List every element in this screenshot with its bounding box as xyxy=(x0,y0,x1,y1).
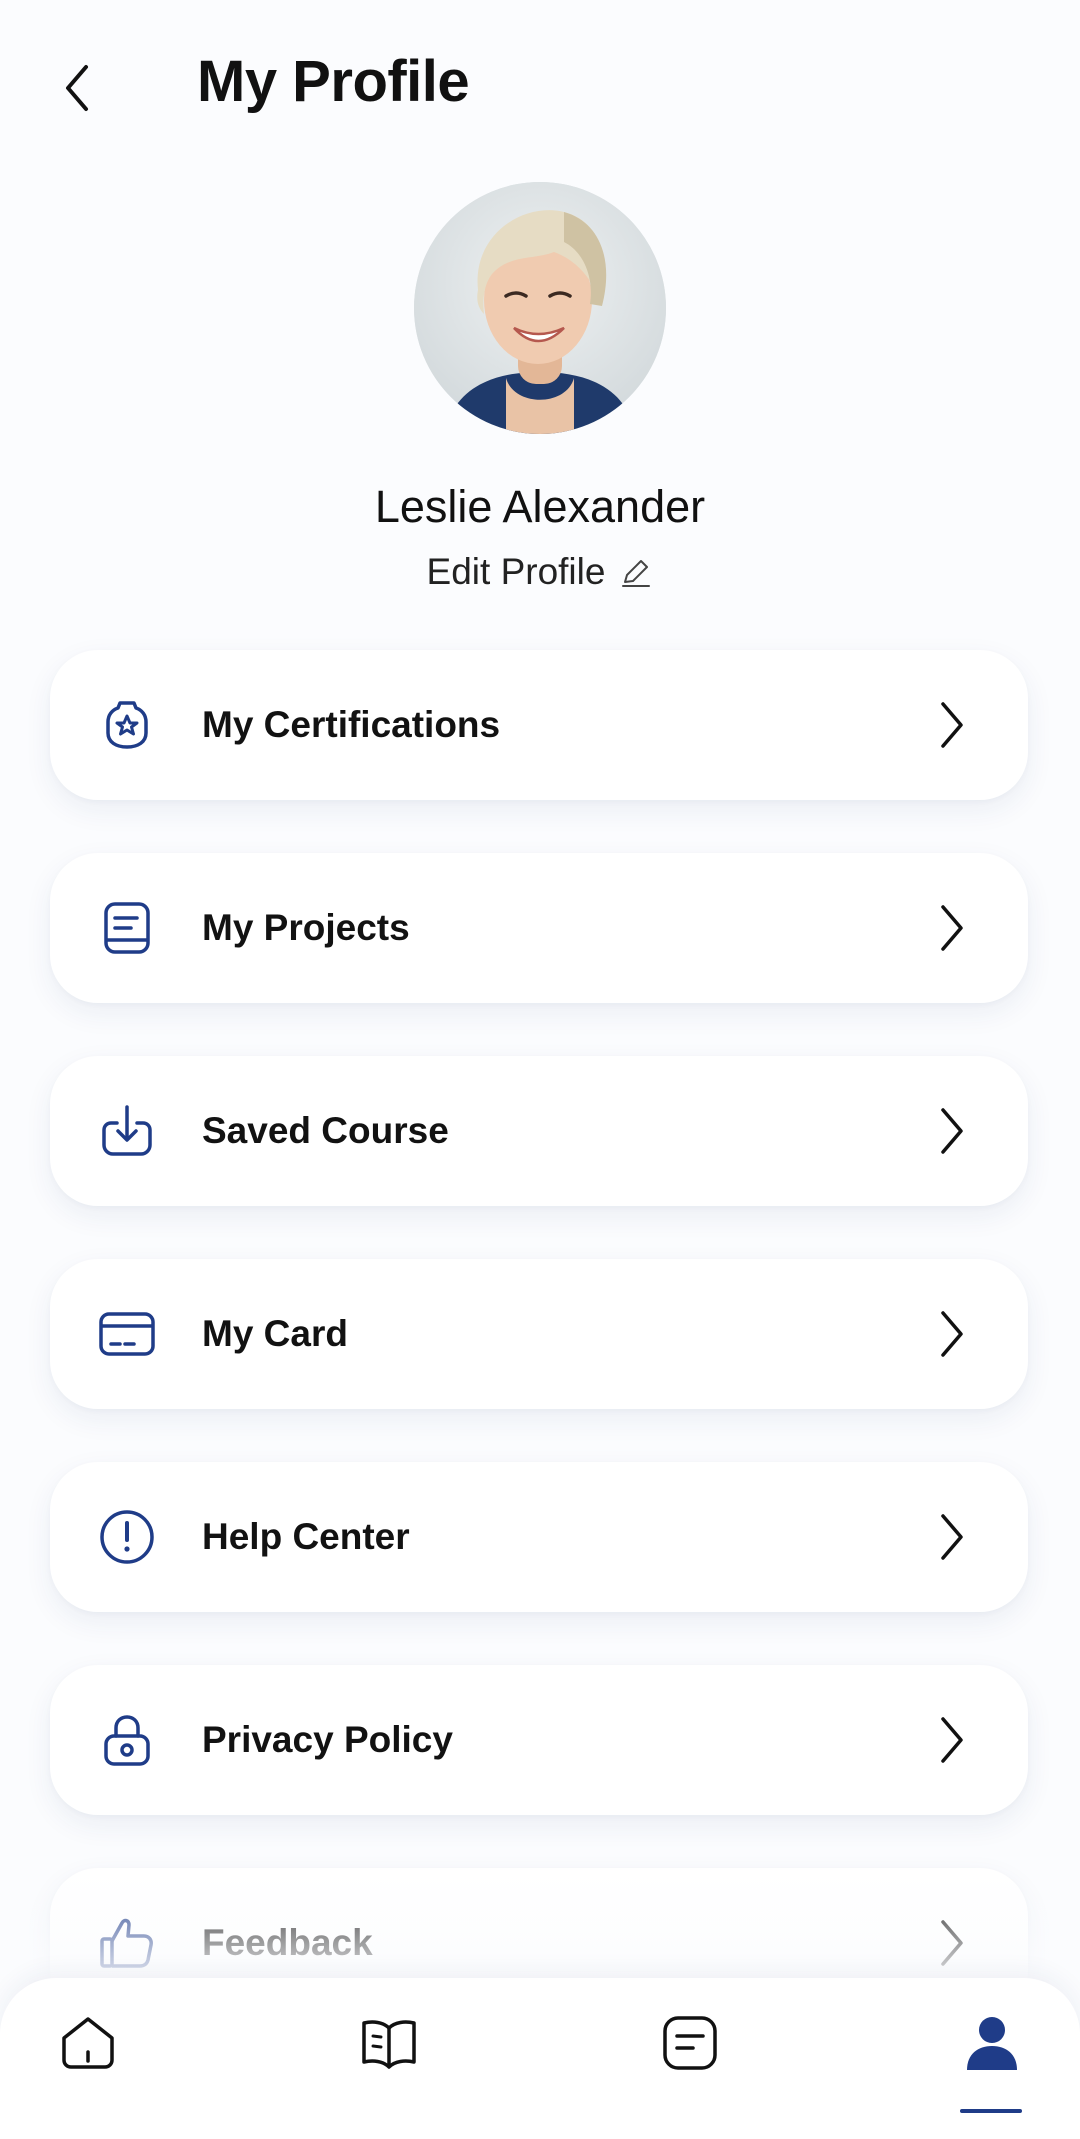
bottom-nav xyxy=(0,1978,1080,2139)
document-icon xyxy=(104,902,150,954)
nav-courses[interactable] xyxy=(344,1998,434,2088)
user-name: Leslie Alexander xyxy=(374,481,706,532)
chevron-right-icon xyxy=(941,1311,963,1357)
active-tab-indicator xyxy=(960,2109,1022,2113)
nav-notes[interactable] xyxy=(645,1998,735,2088)
nav-profile[interactable] xyxy=(947,1998,1037,2088)
avatar xyxy=(414,182,666,434)
app-header: My Profile xyxy=(0,0,1080,170)
download-tray-icon xyxy=(102,1105,152,1156)
chevron-right-icon xyxy=(941,1514,963,1560)
pencil-icon xyxy=(622,560,651,587)
certificate-badge-icon xyxy=(106,701,148,749)
chevron-right-icon xyxy=(941,905,963,951)
nav-home[interactable] xyxy=(43,1998,133,2088)
notes-icon xyxy=(663,2016,717,2070)
exclamation-circle-icon xyxy=(100,1510,154,1564)
chevron-right-icon xyxy=(941,1920,963,1966)
chevron-right-icon xyxy=(941,1717,963,1763)
edit-profile-link[interactable]: Edit Profile xyxy=(0,551,1080,593)
menu-item-my-card[interactable]: My Card xyxy=(50,1259,1028,1409)
menu-item-label: My Certifications xyxy=(202,704,501,745)
chevron-right-icon xyxy=(941,1108,963,1154)
lock-icon xyxy=(104,1715,150,1766)
back-button[interactable] xyxy=(52,58,102,118)
page-title: My Profile xyxy=(197,49,470,114)
menu-item-label: Privacy Policy xyxy=(202,1719,453,1760)
menu-item-saved-course[interactable]: Saved Course xyxy=(50,1056,1028,1206)
menu-item-label: Feedback xyxy=(202,1922,373,1963)
menu-item-privacy-policy[interactable]: Privacy Policy xyxy=(50,1665,1028,1815)
chevron-right-icon xyxy=(941,702,963,748)
menu-item-label: My Card xyxy=(202,1313,348,1354)
menu-item-my-certifications[interactable]: My Certifications xyxy=(50,650,1028,800)
open-book-icon xyxy=(362,2020,416,2069)
menu-item-my-projects[interactable]: My Projects xyxy=(50,853,1028,1003)
home-icon xyxy=(62,2017,114,2069)
user-icon xyxy=(967,2017,1017,2070)
menu-item-label: Help Center xyxy=(202,1516,410,1557)
thumbs-up-icon xyxy=(100,1918,153,1968)
edit-profile-label: Edit Profile xyxy=(426,551,606,592)
chevron-left-icon xyxy=(66,65,88,111)
menu-item-label: Saved Course xyxy=(202,1110,449,1151)
menu-item-label: My Projects xyxy=(202,907,410,948)
profile-photo xyxy=(414,182,666,434)
credit-card-icon xyxy=(99,1312,155,1356)
menu-item-help-center[interactable]: Help Center xyxy=(50,1462,1028,1612)
